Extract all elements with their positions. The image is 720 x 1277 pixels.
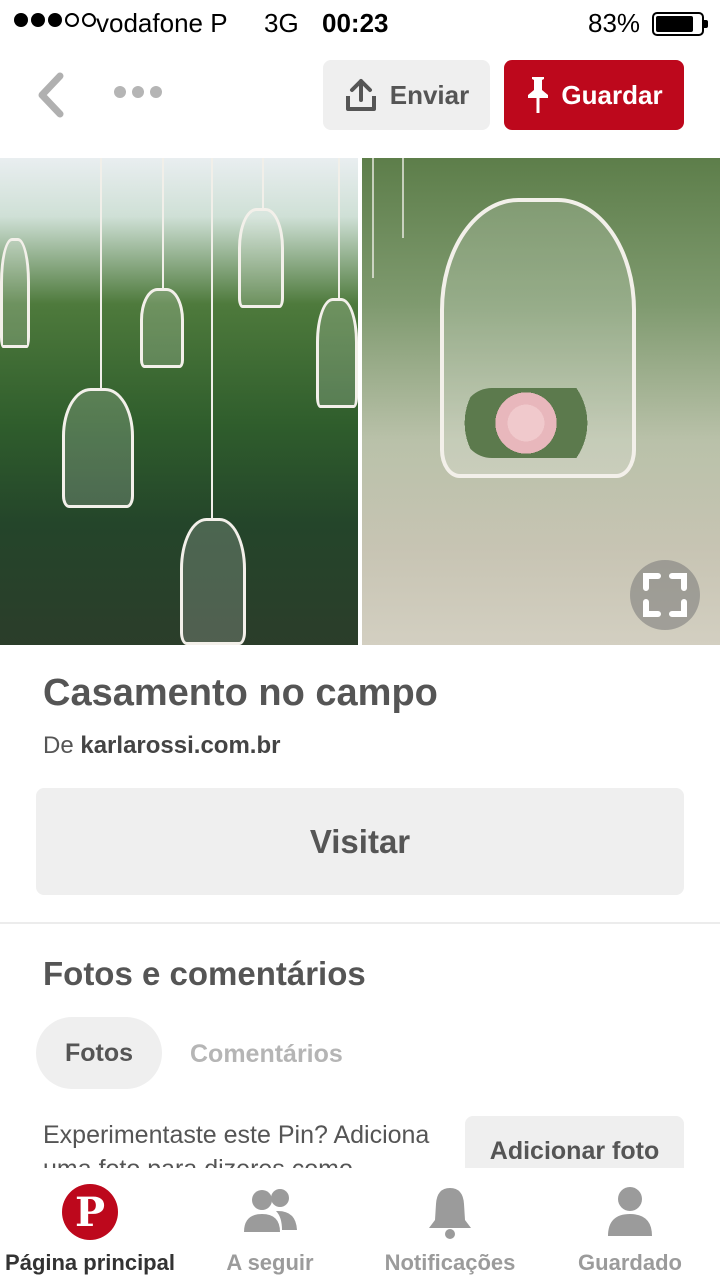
pin-toolbar: Enviar Guardar	[0, 48, 720, 148]
add-photo-prompt-text: Experimentaste este Pin? Adiciona uma fo…	[43, 1121, 430, 1168]
bell-icon	[429, 1188, 471, 1239]
status-bar: vodafone P 3G 00:23 83%	[0, 0, 720, 48]
carrier-name: vodafone P	[96, 8, 228, 38]
person-icon	[608, 1187, 652, 1236]
back-button[interactable]	[30, 68, 74, 122]
more-options-button[interactable]	[114, 86, 162, 98]
nav-home-label: Página principal	[5, 1250, 175, 1275]
tab-comments[interactable]: Comentários	[190, 1040, 343, 1069]
network-type: 3G	[264, 8, 299, 38]
ellipsis-icon	[114, 86, 126, 98]
pin-image[interactable]	[0, 158, 720, 645]
upload-icon	[345, 79, 376, 111]
expand-button[interactable]	[630, 560, 700, 630]
nav-saved-label: Guardado	[578, 1250, 682, 1275]
pin-title: Casamento no campo	[43, 672, 438, 714]
save-button-label: Guardar	[561, 79, 663, 110]
nav-home[interactable]: P Página principal	[0, 1168, 180, 1277]
save-button[interactable]: Guardar	[504, 60, 684, 130]
birdcages-photo-left	[0, 158, 358, 645]
source-prefix: De	[43, 732, 74, 759]
tab-photos-label: Fotos	[64, 1038, 134, 1067]
send-button[interactable]: Enviar	[323, 60, 490, 130]
battery-icon	[652, 12, 708, 36]
pin-icon	[528, 77, 549, 113]
pin-source: De karlarossi.com.br	[43, 732, 280, 760]
nav-following-label: A seguir	[226, 1250, 314, 1275]
nav-saved[interactable]: Guardado	[540, 1168, 720, 1277]
nav-notifications-label: Notificações	[384, 1250, 516, 1275]
add-photo-button-label: Adicionar foto	[489, 1137, 660, 1165]
battery-percent: 83%	[588, 8, 641, 38]
bottom-navigation: P Página principal A seguir Notificações…	[0, 1168, 720, 1277]
nav-following[interactable]: A seguir	[180, 1168, 360, 1277]
expand-icon	[643, 573, 687, 617]
signal-strength-icon	[14, 13, 96, 27]
visit-button-label: Visitar	[309, 822, 411, 860]
pinterest-logo-icon: P	[62, 1184, 118, 1240]
send-button-label: Enviar	[389, 79, 470, 110]
photos-comments-heading: Fotos e comentários	[43, 955, 366, 992]
people-icon	[244, 1189, 297, 1232]
clock: 00:23	[322, 8, 389, 38]
chevron-left-icon	[38, 72, 64, 118]
section-divider	[0, 922, 720, 924]
nav-notifications[interactable]: Notificações	[360, 1168, 540, 1277]
source-link[interactable]: karlarossi.com.br	[80, 732, 280, 759]
add-photo-button[interactable]: Adicionar foto	[465, 1116, 684, 1168]
tab-photos[interactable]: Fotos	[36, 1017, 162, 1089]
visit-button[interactable]: Visitar	[36, 788, 684, 895]
add-photo-prompt: Experimentaste este Pin? Adiciona uma fo…	[43, 1118, 463, 1168]
